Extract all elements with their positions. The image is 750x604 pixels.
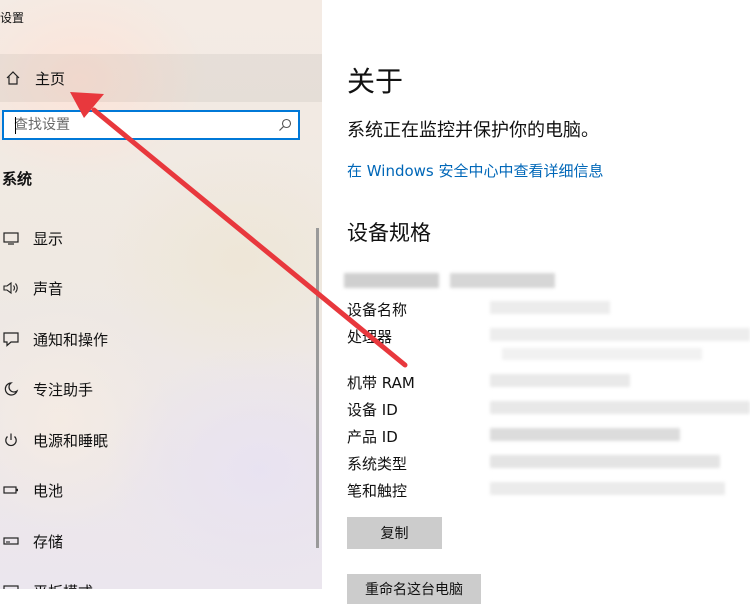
settings-sidebar: 设置 主页 系统 显示 声音 通知和操作 专注助手 <box>0 0 322 589</box>
section-title: 系统 <box>2 170 33 188</box>
app-title: 设置 <box>0 11 25 25</box>
redacted-value <box>490 301 610 314</box>
page-title: 关于 <box>347 65 404 98</box>
sidebar-item-label: 电池 <box>33 481 64 500</box>
sidebar-item-display[interactable]: 显示 <box>0 218 318 258</box>
text-caret <box>15 117 16 134</box>
copy-button[interactable]: 复制 <box>347 517 442 549</box>
storage-icon <box>0 533 22 549</box>
sidebar-item-label: 显示 <box>33 229 64 248</box>
sidebar-item-sound[interactable]: 声音 <box>0 268 318 308</box>
sidebar-item-label: 平板模式 <box>33 581 93 590</box>
redacted-value <box>490 374 630 387</box>
spec-label-device-id: 设备 ID <box>347 401 398 419</box>
sidebar-item-label: 专注助手 <box>33 380 94 399</box>
sidebar-item-battery[interactable]: 电池 <box>0 470 318 510</box>
sidebar-item-focus-assist[interactable]: 专注助手 <box>0 369 318 409</box>
sidebar-item-notifications[interactable]: 通知和操作 <box>0 319 318 359</box>
spec-label-product-id: 产品 ID <box>347 428 398 446</box>
sidebar-item-label: 声音 <box>33 279 64 298</box>
sidebar-item-home[interactable]: 主页 <box>0 54 322 102</box>
search-icon[interactable] <box>272 118 298 132</box>
search-box[interactable] <box>2 110 300 140</box>
monitor-icon <box>0 230 22 246</box>
sidebar-item-label: 主页 <box>35 69 66 88</box>
home-icon <box>2 70 24 86</box>
sidebar-item-label: 电源和睡眠 <box>33 431 109 450</box>
redacted-device-name <box>450 273 555 288</box>
rename-pc-button[interactable]: 重命名这台电脑 <box>347 574 481 604</box>
sidebar-item-storage[interactable]: 存储 <box>0 521 318 561</box>
spec-label-pen-touch: 笔和触控 <box>347 482 408 500</box>
tablet-icon <box>0 583 22 589</box>
power-icon <box>0 432 22 448</box>
redacted-value <box>490 401 750 414</box>
redacted-device-name <box>344 273 439 288</box>
sidebar-item-tablet-mode[interactable]: 平板模式 <box>0 571 318 589</box>
sidebar-scrollbar[interactable] <box>316 228 319 548</box>
moon-icon <box>0 381 22 397</box>
notification-icon <box>0 331 22 347</box>
security-center-link[interactable]: 在 Windows 安全中心中查看详细信息 <box>347 160 604 181</box>
redacted-value <box>490 482 725 495</box>
redacted-value <box>490 455 720 468</box>
spec-label-ram: 机带 RAM <box>347 374 415 392</box>
sidebar-item-label: 通知和操作 <box>33 330 109 349</box>
redacted-value <box>490 428 680 441</box>
spec-label-system-type: 系统类型 <box>347 455 408 473</box>
spec-label-device-name: 设备名称 <box>347 301 408 319</box>
sidebar-item-power-sleep[interactable]: 电源和睡眠 <box>0 420 318 460</box>
redacted-value <box>502 348 702 360</box>
redacted-value <box>490 328 750 341</box>
sidebar-item-label: 存储 <box>33 532 64 551</box>
speaker-icon <box>0 280 22 296</box>
main-content: 关于 系统正在监控并保护你的电脑。 在 Windows 安全中心中查看详细信息 … <box>322 0 750 604</box>
device-specs-heading: 设备规格 <box>347 221 431 245</box>
battery-icon <box>0 482 22 498</box>
protection-status-text: 系统正在监控并保护你的电脑。 <box>347 120 599 141</box>
search-input[interactable] <box>4 112 272 138</box>
spec-label-processor: 处理器 <box>347 328 393 346</box>
